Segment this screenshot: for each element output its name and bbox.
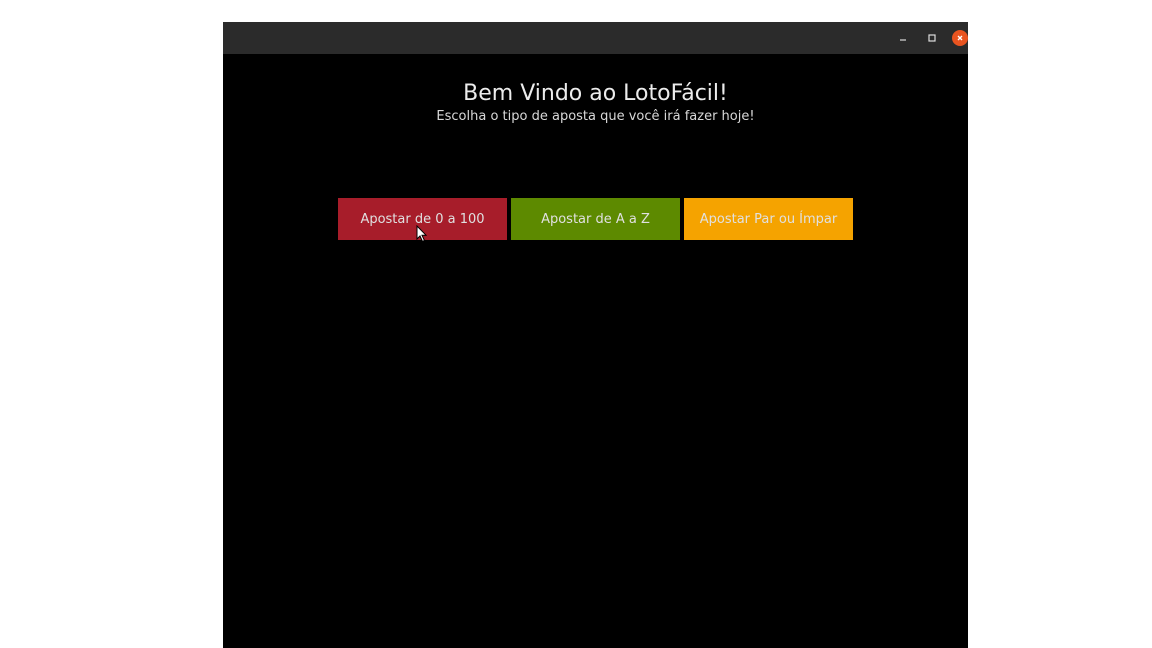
main-content: Bem Vindo ao LotoFácil! Escolha o tipo d… (223, 54, 968, 648)
maximize-button[interactable] (924, 30, 940, 46)
minimize-button[interactable] (895, 30, 911, 46)
close-button[interactable] (952, 30, 968, 46)
app-window: Bem Vindo ao LotoFácil! Escolha o tipo d… (223, 22, 968, 648)
bet-a-to-z-button[interactable]: Apostar de A a Z (511, 198, 680, 240)
window-titlebar[interactable] (223, 22, 968, 54)
minimize-icon (900, 39, 906, 41)
maximize-icon (928, 34, 936, 42)
page-title: Bem Vindo ao LotoFácil! (463, 81, 728, 106)
page-subtitle: Escolha o tipo de aposta que você irá fa… (436, 109, 755, 124)
mouse-cursor-icon (416, 225, 428, 243)
close-icon (957, 35, 963, 41)
bet-even-odd-button[interactable]: Apostar Par ou Ímpar (684, 198, 853, 240)
